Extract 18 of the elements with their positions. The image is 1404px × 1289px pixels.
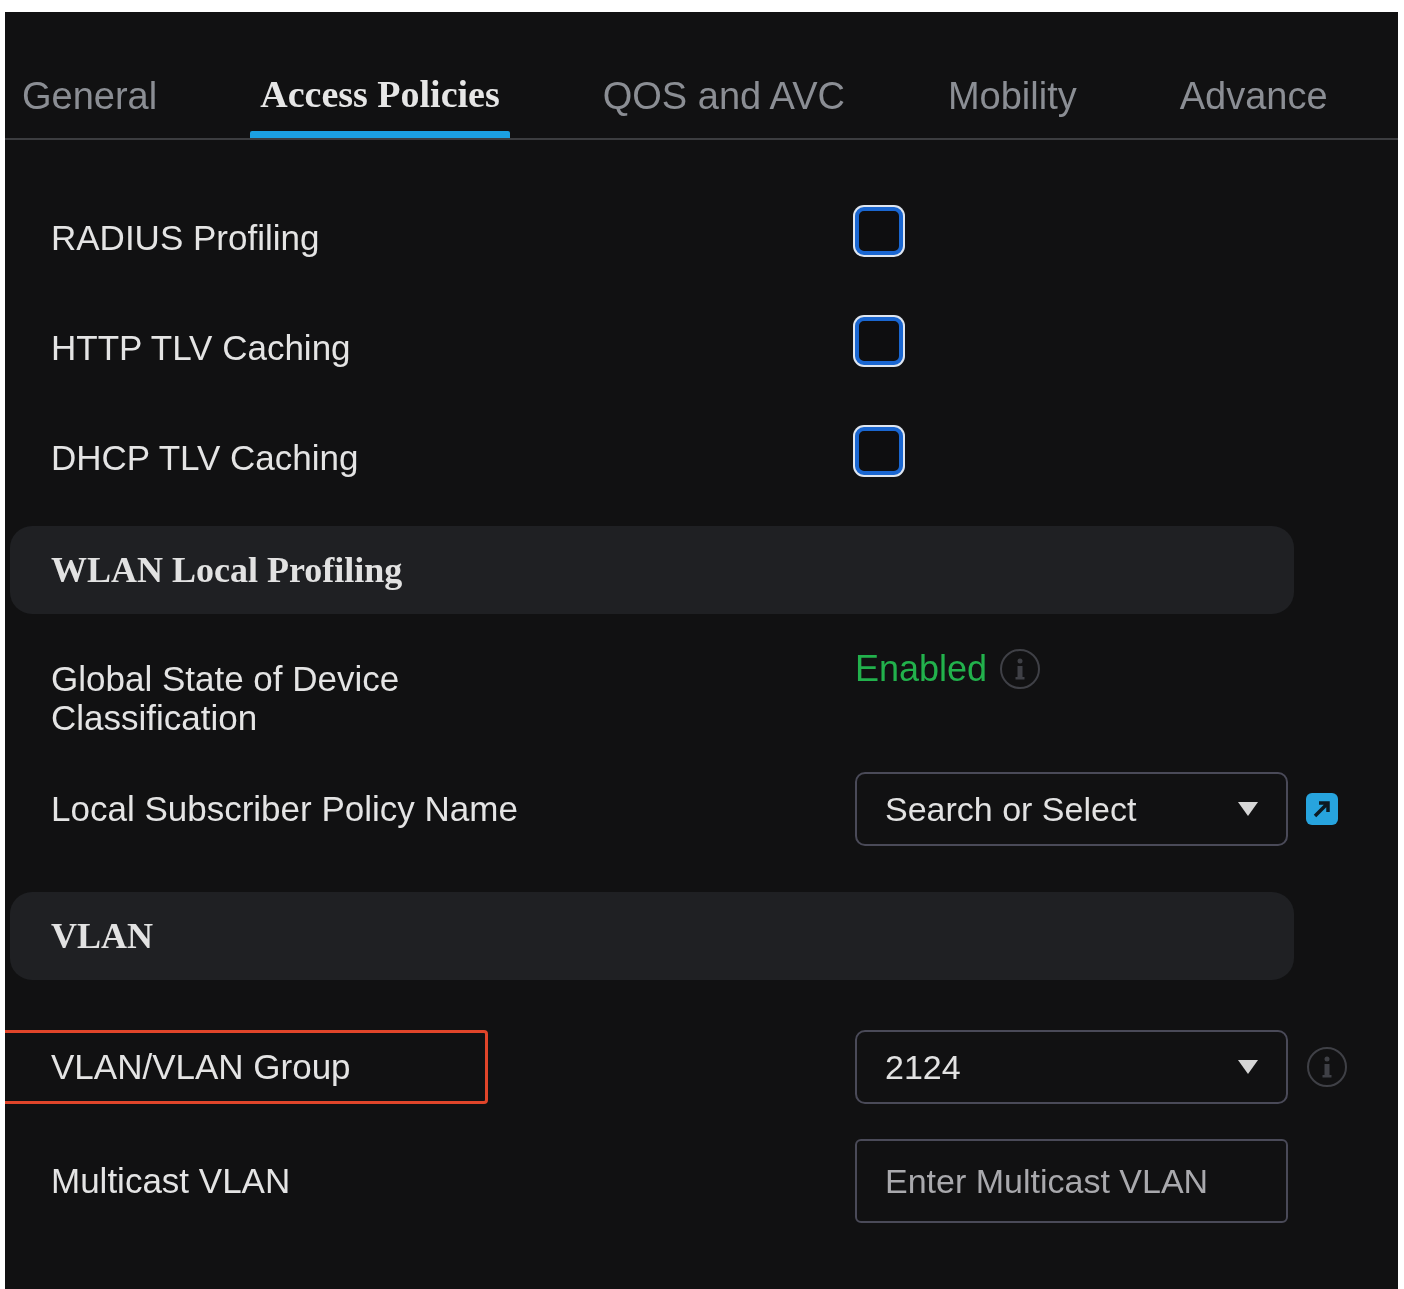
section-title: WLAN Local Profiling (51, 549, 403, 592)
field-label: Global State of Device Classification (50, 658, 401, 740)
dropdown[interactable]: Search or Select (855, 772, 1288, 846)
field-label: DHCP TLV Caching (50, 437, 360, 480)
tab[interactable]: Access Policies (250, 12, 510, 138)
tab[interactable]: General (12, 12, 168, 138)
input-field[interactable]: Enter Multicast VLAN (855, 1139, 1288, 1223)
field-label: HTTP TLV Caching (50, 327, 352, 370)
field-label: Local Subscriber Policy Name (50, 788, 519, 831)
tab[interactable]: QOS and AVC (592, 12, 855, 138)
field-label: RADIUS Profiling (50, 217, 321, 260)
dropdown[interactable]: 2124 (855, 1030, 1288, 1104)
status-text: Enabled (855, 647, 988, 691)
field-label: Multicast VLAN (50, 1160, 292, 1203)
section-title: VLAN (51, 915, 153, 958)
tab[interactable]: Mobility (937, 12, 1087, 138)
field-label: VLAN/VLAN Group (5, 1030, 488, 1104)
tab[interactable]: Advance (1169, 12, 1338, 138)
